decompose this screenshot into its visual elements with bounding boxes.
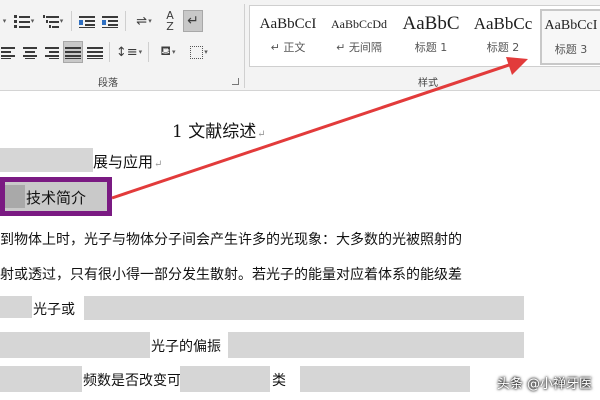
arrow-head — [506, 57, 528, 75]
arrow-shaft — [111, 62, 513, 200]
annotation-arrow — [111, 57, 528, 200]
watermark: 头条 @小禅牙医 — [496, 377, 592, 392]
